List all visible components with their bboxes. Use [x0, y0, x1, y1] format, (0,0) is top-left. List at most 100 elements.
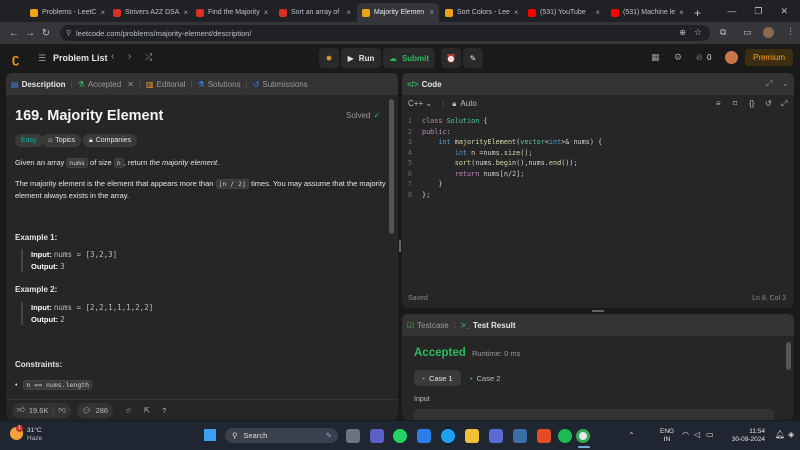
file-explorer-icon[interactable]: [465, 429, 479, 443]
site-info-icon[interactable]: ⚲: [66, 29, 71, 37]
comments-button[interactable]: 💬︎ 286: [77, 402, 114, 418]
leetcode-logo[interactable]: ʗ: [12, 51, 19, 66]
taskbar-search[interactable]: ⚲ Search ✎: [225, 428, 338, 443]
streak-fire-icon[interactable]: 🔥︎: [696, 52, 703, 63]
difficulty-badge[interactable]: Easy: [15, 134, 43, 147]
language-indicator[interactable]: ENG IN: [660, 428, 674, 444]
layout-icon[interactable]: ▦: [651, 52, 660, 63]
zoom-icon[interactable]: ⊕: [679, 28, 686, 37]
profile-avatar[interactable]: [763, 27, 774, 38]
thumbs-up-icon[interactable]: 👍︎: [17, 405, 25, 415]
mode-label[interactable]: Auto: [460, 99, 476, 108]
wifi-icon[interactable]: ◠: [682, 430, 689, 439]
tab-testcase[interactable]: ☑ Testcase: [402, 314, 454, 336]
brave-icon[interactable]: [537, 429, 551, 443]
chrome-icon[interactable]: [576, 429, 590, 443]
fullscreen-icon[interactable]: ⤢: [781, 99, 787, 109]
close-tab-icon[interactable]: ×: [183, 8, 188, 17]
topics-chip[interactable]: ⌂ Topics: [42, 134, 82, 147]
bookmark-star-icon[interactable]: ☆: [694, 27, 702, 38]
close-window-icon[interactable]: ✕: [780, 6, 788, 17]
shuffle-icon[interactable]: ⤮: [145, 52, 152, 63]
submit-button[interactable]: ☁ Submit: [383, 48, 435, 68]
language-select[interactable]: C++ ⌄: [408, 99, 432, 108]
next-problem-icon[interactable]: ›: [128, 51, 131, 62]
browser-tab[interactable]: Find the Majority ×: [191, 3, 273, 22]
mail-icon[interactable]: [417, 429, 431, 443]
copilot-icon[interactable]: ◈: [788, 430, 794, 439]
braces-icon[interactable]: {}: [749, 99, 754, 108]
bookmark-icon[interactable]: ⌑: [733, 99, 737, 108]
problem-list-link[interactable]: Problem List: [53, 53, 108, 63]
sidepanel-icon[interactable]: ▭: [743, 27, 752, 38]
whatsapp-icon[interactable]: [393, 429, 407, 443]
code-tab[interactable]: </> Code: [402, 73, 447, 95]
browser-tab[interactable]: Sort an array of ×: [274, 3, 356, 22]
format-icon[interactable]: ≡: [716, 99, 721, 108]
battery-icon[interactable]: ▭: [706, 430, 714, 439]
clock[interactable]: 11:54 30-09-2024: [730, 428, 765, 444]
help-icon[interactable]: ?: [162, 406, 166, 415]
back-icon[interactable]: ←: [6, 28, 22, 39]
list-icon[interactable]: ☰: [38, 53, 46, 64]
browser-tab[interactable]: Majority Elemen ×: [357, 3, 439, 22]
notes-icon[interactable]: ✎: [463, 48, 483, 68]
minimize-icon[interactable]: —: [727, 6, 736, 16]
close-tab-icon[interactable]: ✕: [127, 80, 134, 89]
new-tab-button[interactable]: +: [694, 3, 701, 22]
settings-gear-icon[interactable]: ⚙: [674, 52, 682, 63]
close-tab-icon[interactable]: ×: [346, 8, 351, 17]
premium-button[interactable]: Premium: [745, 49, 793, 66]
collapse-panel-icon[interactable]: ⌄: [782, 79, 789, 88]
teams-icon[interactable]: [370, 429, 384, 443]
close-tab-icon[interactable]: ×: [100, 8, 105, 17]
maximize-panel-icon[interactable]: ⤢: [766, 79, 772, 89]
weather-widget[interactable]: 31°C Haze: [27, 427, 42, 443]
browser-tab[interactable]: (531) Machine le ×: [606, 3, 688, 22]
close-tab-icon[interactable]: ×: [595, 8, 600, 17]
run-button[interactable]: ▶ Run: [341, 48, 381, 68]
close-tab-icon[interactable]: ×: [679, 8, 684, 17]
reset-code-icon[interactable]: ↺: [765, 99, 772, 108]
vertical-splitter[interactable]: [399, 240, 401, 252]
volume-icon[interactable]: ◁: [694, 430, 700, 439]
tab-accepted[interactable]: ⚗ Accepted ✕: [73, 73, 139, 95]
maximize-icon[interactable]: ❐: [754, 6, 762, 17]
edge-icon[interactable]: [441, 429, 455, 443]
description-scrollbar[interactable]: [389, 99, 394, 234]
task-view-icon[interactable]: [346, 429, 360, 443]
close-tab-icon[interactable]: ×: [514, 8, 519, 17]
tab-solutions[interactable]: ⚗ Solutions: [193, 73, 246, 95]
browser-tab[interactable]: Strivers A2Z DSA ×: [108, 3, 190, 22]
tab-submissions[interactable]: ↺ Submissions: [248, 73, 313, 95]
result-scrollbar[interactable]: [786, 342, 791, 370]
horizontal-splitter[interactable]: [592, 310, 604, 312]
thumbs-down-icon[interactable]: 👎︎: [58, 405, 66, 415]
windows-start-icon[interactable]: [204, 429, 216, 441]
case-1-button[interactable]: • Case 1: [414, 370, 461, 386]
code-editor[interactable]: 1 class Solution { 2 public: 3 int majorit…: [402, 117, 794, 201]
spotify-icon[interactable]: [558, 429, 572, 443]
app-icon[interactable]: [513, 429, 527, 443]
forward-icon[interactable]: →: [22, 28, 38, 39]
tab-test-result[interactable]: >_ Test Result: [456, 314, 521, 336]
notification-bell-icon[interactable]: 🔔︎: [775, 430, 785, 439]
debug-icon[interactable]: ✸: [319, 48, 339, 68]
browser-tab[interactable]: Sort Colors - Lee ×: [440, 3, 522, 22]
user-avatar[interactable]: [725, 51, 738, 64]
companies-chip[interactable]: 🔒︎ Companies: [83, 134, 138, 147]
browser-tab[interactable]: (531) YouTube ×: [523, 3, 605, 22]
case-2-button[interactable]: • Case 2: [470, 370, 510, 386]
prev-problem-icon[interactable]: ‹: [111, 51, 114, 62]
url-bar[interactable]: ⚲ leetcode.com/problems/majority-element…: [60, 25, 710, 41]
visual-studio-icon[interactable]: [489, 429, 503, 443]
reload-icon[interactable]: ↻: [38, 28, 54, 39]
alarm-icon[interactable]: ⏰: [441, 48, 461, 68]
browser-tab[interactable]: Problems - LeetC ×: [25, 3, 107, 22]
tab-editorial[interactable]: ▥ Editorial: [141, 73, 190, 95]
chrome-menu-icon[interactable]: ⋮: [786, 26, 795, 37]
tray-chevron-icon[interactable]: ⌃: [628, 431, 635, 440]
close-tab-icon[interactable]: ×: [429, 8, 434, 17]
extensions-icon[interactable]: ⧉: [720, 27, 726, 38]
tab-description[interactable]: ▤ Description: [6, 73, 71, 95]
